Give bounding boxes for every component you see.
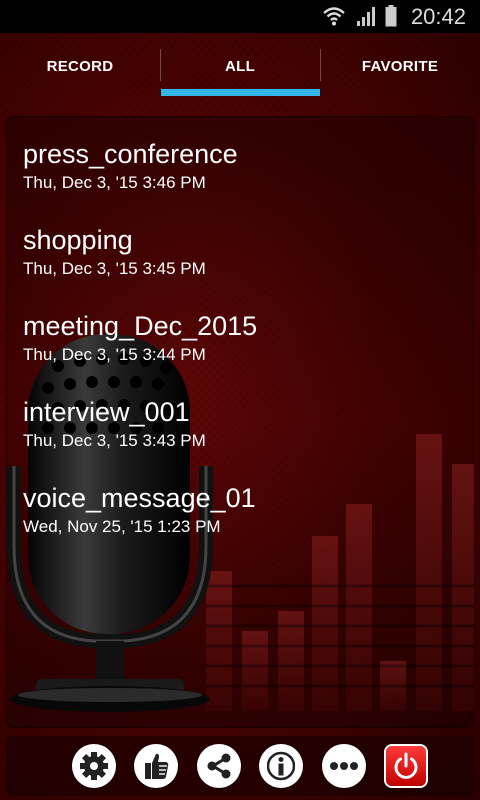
info-icon <box>267 751 295 781</box>
recording-date: Thu, Dec 3, '15 3:43 PM <box>23 431 206 450</box>
thumbs-up-icon <box>145 753 169 779</box>
recordings-list[interactable]: press_conference Thu, Dec 3, '15 3:46 PM… <box>6 116 474 728</box>
recording-name: shopping <box>23 225 133 255</box>
recording-name: press_conference <box>23 139 238 169</box>
list-item[interactable]: shopping Thu, Dec 3, '15 3:45 PM <box>23 224 463 280</box>
power-icon <box>394 752 418 779</box>
tab-divider <box>160 49 161 81</box>
share-icon <box>207 753 231 779</box>
recording-name: interview_001 <box>23 397 190 427</box>
list-item[interactable]: press_conference Thu, Dec 3, '15 3:46 PM <box>23 138 463 194</box>
share-button[interactable] <box>197 744 241 788</box>
more-button[interactable] <box>322 744 366 788</box>
tab-divider <box>320 49 321 81</box>
list-item[interactable]: meeting_Dec_2015 Thu, Dec 3, '15 3:44 PM <box>23 310 463 366</box>
list-item[interactable]: voice_message_01 Wed, Nov 25, '15 1:23 P… <box>23 482 463 538</box>
settings-button[interactable] <box>72 744 116 788</box>
power-button[interactable] <box>386 746 426 786</box>
recording-name: voice_message_01 <box>23 483 256 513</box>
recording-date: Thu, Dec 3, '15 3:44 PM <box>23 345 206 364</box>
recording-name: meeting_Dec_2015 <box>23 311 258 341</box>
recording-date: Wed, Nov 25, '15 1:23 PM <box>23 517 221 536</box>
battery-icon <box>385 5 397 32</box>
more-icon <box>330 762 358 770</box>
rate-button[interactable] <box>134 744 178 788</box>
status-bar: 20:42 <box>0 0 480 33</box>
clock: 20:42 <box>410 4 466 29</box>
recording-date: Thu, Dec 3, '15 3:46 PM <box>23 173 206 192</box>
signal-icon <box>356 5 378 32</box>
settings-icon <box>80 752 108 780</box>
wifi-icon <box>322 5 346 32</box>
list-item[interactable]: interview_001 Thu, Dec 3, '15 3:43 PM <box>23 396 463 452</box>
info-button[interactable] <box>259 744 303 788</box>
tab-record[interactable]: RECORD <box>0 33 160 99</box>
tab-favorite[interactable]: FAVORITE <box>320 33 480 99</box>
tab-selected-indicator <box>161 89 320 96</box>
recording-date: Thu, Dec 3, '15 3:45 PM <box>23 259 206 278</box>
